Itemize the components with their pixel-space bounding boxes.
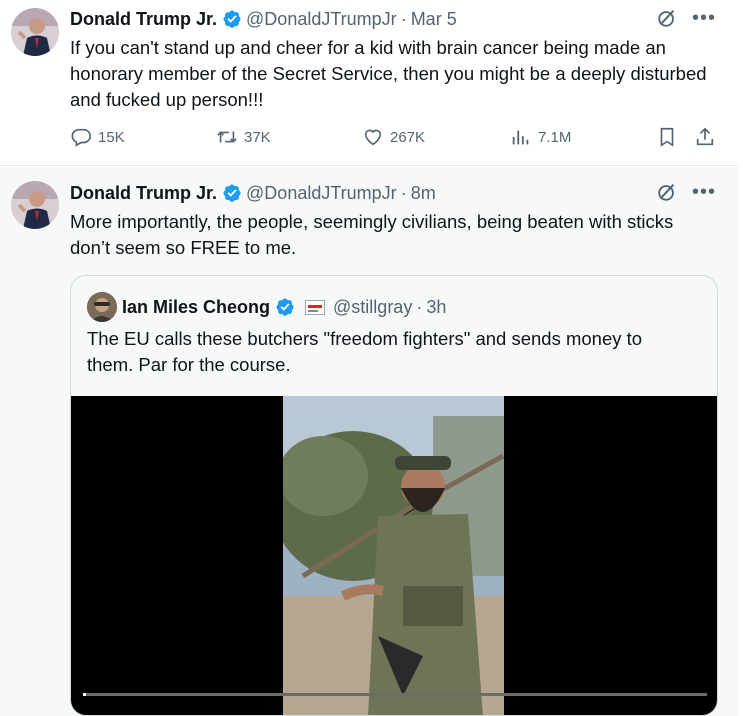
- view-count: 7.1M: [538, 128, 572, 146]
- author-handle[interactable]: @DonaldJTrumpJr: [246, 9, 397, 30]
- tweet-actions: 15K 37K 267K 7.1M: [70, 126, 716, 150]
- bookmark-button[interactable]: [656, 126, 684, 148]
- author-name[interactable]: Donald Trump Jr.: [70, 183, 217, 204]
- timestamp[interactable]: 8m: [411, 183, 436, 204]
- author-handle[interactable]: @DonaldJTrumpJr: [246, 183, 397, 204]
- grok-icon[interactable]: [656, 181, 678, 203]
- separator: ·: [416, 296, 423, 317]
- separator: ·: [400, 8, 407, 29]
- verified-badge-icon: [223, 184, 241, 202]
- video-player[interactable]: [71, 396, 717, 715]
- reply-button[interactable]: 15K: [70, 126, 125, 148]
- more-icon[interactable]: •••: [692, 182, 716, 202]
- repost-icon: [217, 131, 237, 143]
- avatar[interactable]: [11, 8, 59, 56]
- video-progress-fill: [83, 693, 87, 696]
- timestamp[interactable]: Mar 5: [411, 9, 457, 30]
- like-count: 267K: [390, 128, 426, 146]
- avatar[interactable]: [11, 181, 59, 229]
- reply-count: 15K: [98, 128, 125, 146]
- separator: ·: [400, 182, 407, 203]
- bookmark-icon: [660, 127, 674, 147]
- video-frame: [283, 396, 504, 715]
- flag-icon: [305, 299, 326, 315]
- like-button[interactable]: 267K: [362, 126, 425, 148]
- share-icon: [696, 127, 714, 146]
- tweet-text: If you can't stand up and cheer for a ki…: [70, 37, 707, 110]
- grok-icon[interactable]: [656, 7, 678, 29]
- tweet-text: More importantly, the people, seemingly …: [70, 211, 674, 258]
- timestamp[interactable]: 3h: [426, 297, 446, 318]
- quoted-tweet[interactable]: Ian Miles Cheong @stillgray · 3h The EU …: [70, 275, 718, 716]
- repost-count: 37K: [244, 128, 271, 146]
- tweet-header: Donald Trump Jr. @DonaldJTrumpJr · 8m ••…: [70, 181, 738, 205]
- repost-button[interactable]: 37K: [216, 126, 271, 148]
- views-icon: [512, 130, 529, 145]
- verified-badge-icon: [223, 10, 241, 28]
- verified-badge-icon: [276, 298, 294, 316]
- author-name[interactable]: Donald Trump Jr.: [70, 9, 217, 30]
- author-handle[interactable]: @stillgray: [333, 297, 412, 318]
- more-icon[interactable]: •••: [692, 8, 716, 28]
- tweet[interactable]: Donald Trump Jr. @DonaldJTrumpJr · Mar 5…: [0, 0, 738, 166]
- quoted-tweet-text: The EU calls these butchers "freedom fig…: [87, 328, 643, 375]
- tweet-header: Donald Trump Jr. @DonaldJTrumpJr · Mar 5…: [70, 7, 738, 31]
- like-icon: [364, 129, 382, 146]
- views-button[interactable]: 7.1M: [510, 126, 571, 148]
- video-progress-bar[interactable]: [83, 693, 707, 696]
- reply-icon: [71, 128, 91, 147]
- share-button[interactable]: [694, 126, 722, 148]
- avatar[interactable]: [87, 292, 117, 322]
- quoted-tweet-header: Ian Miles Cheong @stillgray · 3h: [87, 292, 446, 322]
- author-name[interactable]: Ian Miles Cheong: [122, 297, 270, 318]
